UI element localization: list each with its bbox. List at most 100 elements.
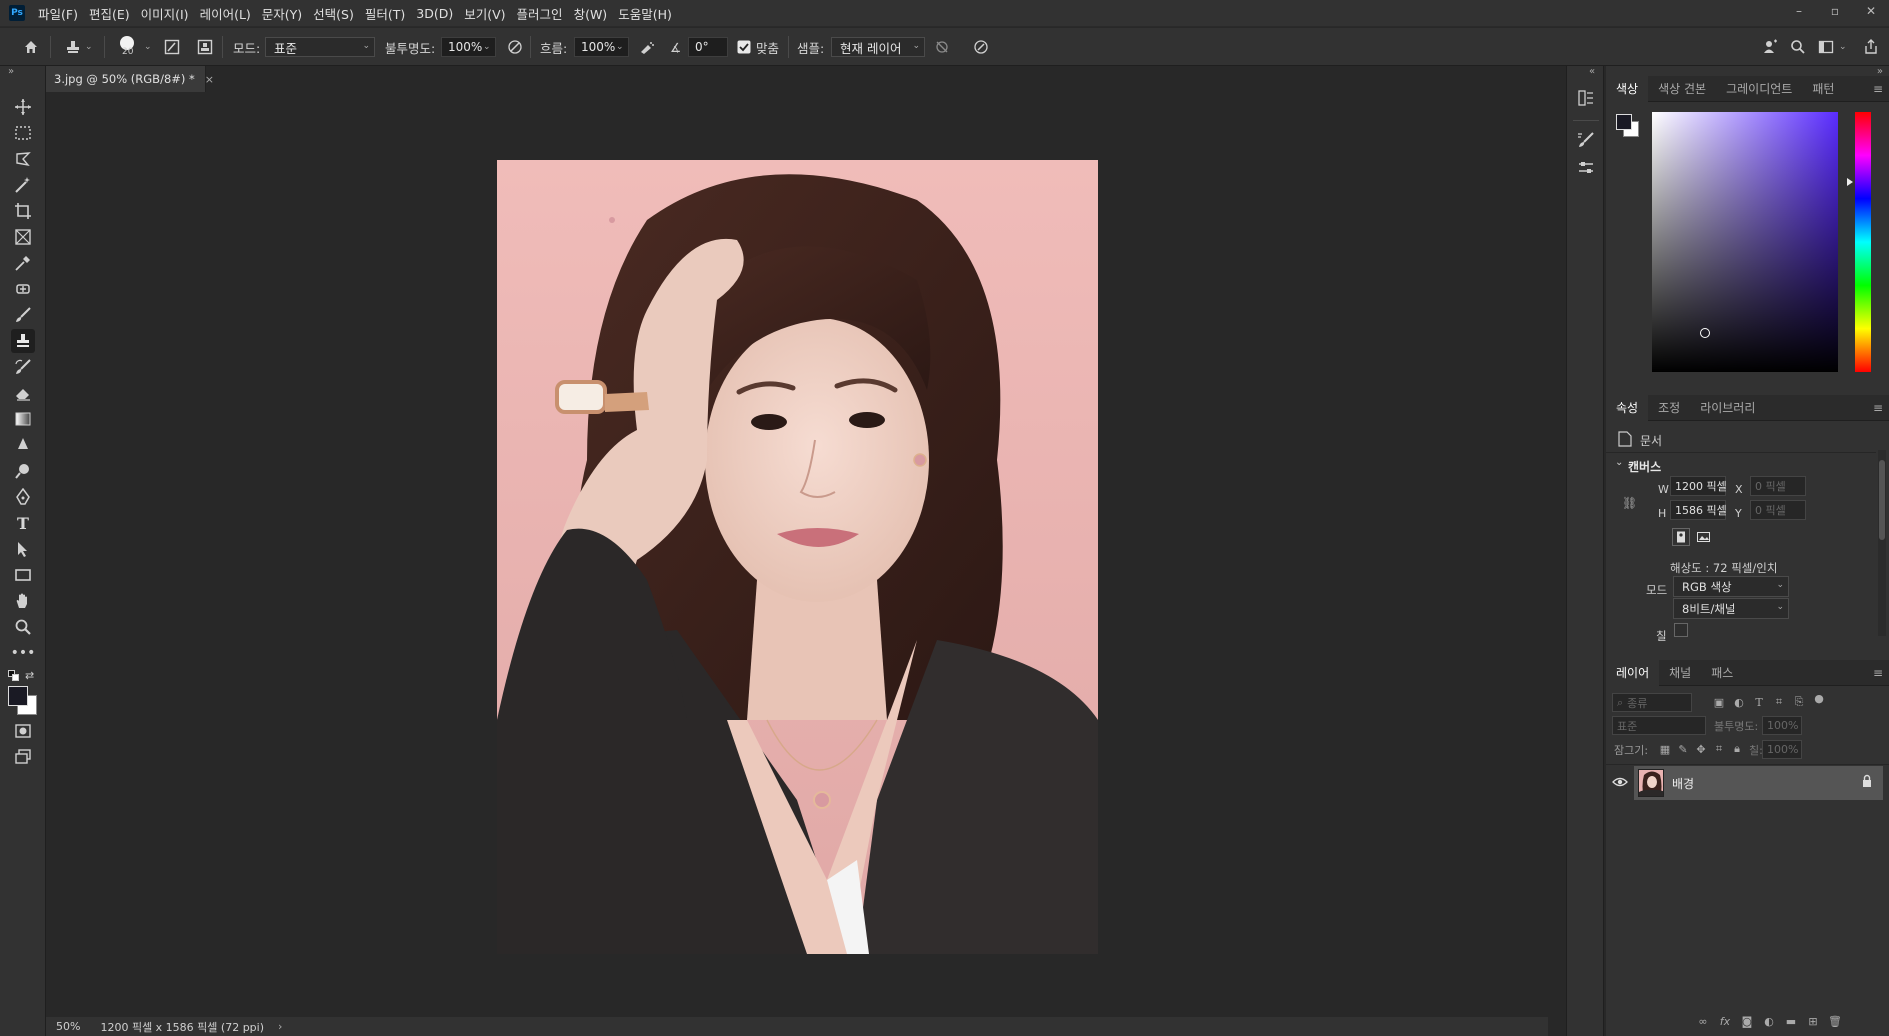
angle-input[interactable]: 0° [688, 37, 728, 57]
hand-tool-icon[interactable] [11, 589, 35, 613]
eyedropper-tool-icon[interactable] [11, 251, 35, 275]
lock-position-icon[interactable]: ✥ [1693, 741, 1709, 757]
pressure-opacity-icon[interactable] [506, 38, 524, 56]
type-tool-icon[interactable]: T [11, 511, 35, 535]
new-adjustment-layer-icon[interactable]: ◐ [1760, 1012, 1778, 1030]
y-input[interactable]: 0 픽셀 [1750, 500, 1806, 520]
lock-image-icon[interactable]: ✎ [1675, 741, 1691, 757]
clone-stamp-preset-icon[interactable] [64, 38, 82, 56]
menu-type[interactable]: 문자(Y) [262, 4, 302, 23]
more-tools-icon[interactable]: ••• [11, 641, 36, 665]
eraser-tool-icon[interactable] [11, 381, 35, 405]
chevron-down-icon[interactable]: ⌄ [616, 28, 624, 66]
chevron-down-icon[interactable]: ⌄ [1615, 457, 1623, 468]
marquee-tool-icon[interactable] [11, 121, 35, 145]
chevron-down-icon[interactable]: ⌄ [85, 28, 93, 66]
link-icon[interactable]: ⛓ [1622, 496, 1637, 510]
tab-adjustments[interactable]: 조정 [1648, 395, 1690, 421]
foreground-color-swatch[interactable] [8, 686, 28, 706]
chevron-down-icon[interactable]: ⌄ [483, 28, 491, 66]
tab-properties[interactable]: 속성 [1606, 394, 1649, 421]
spot-healing-tool-icon[interactable] [11, 277, 35, 301]
chevron-down-icon[interactable]: ⌄ [1839, 28, 1847, 66]
new-group-icon[interactable]: ▬ [1782, 1012, 1800, 1030]
airbrush-icon[interactable] [638, 38, 656, 56]
fill-swatch[interactable] [1674, 623, 1688, 637]
color-mode-select[interactable]: RGB 색상 ⌄ [1673, 576, 1789, 597]
zoom-level[interactable]: 50% [56, 1020, 80, 1033]
tab-color[interactable]: 색상 [1606, 75, 1649, 102]
x-input[interactable]: 0 픽셀 [1750, 476, 1806, 496]
move-tool-icon[interactable] [11, 95, 35, 119]
properties-scrollbar[interactable] [1878, 450, 1886, 636]
menu-3d[interactable]: 3D(D) [416, 6, 453, 21]
share-user-icon[interactable] [1761, 38, 1779, 56]
status-arrow-icon[interactable]: › [278, 1020, 282, 1033]
brush-settings-icon[interactable] [163, 38, 181, 56]
pen-tool-icon[interactable] [11, 485, 35, 509]
tab-layers[interactable]: 레이어 [1606, 659, 1660, 686]
layer-opacity-input[interactable]: 100% [1762, 716, 1802, 735]
layer-name[interactable]: 배경 [1672, 775, 1694, 792]
layer-style-icon[interactable]: fx [1716, 1012, 1734, 1030]
canvas-area[interactable] [46, 92, 1548, 1017]
menu-view[interactable]: 보기(V) [464, 4, 505, 23]
lock-icon[interactable] [1861, 774, 1873, 791]
filter-smart-object-icon[interactable]: ⎘ [1791, 694, 1807, 710]
zoom-tool-icon[interactable] [11, 615, 35, 639]
panel-menu-icon[interactable]: ≡ [1873, 82, 1883, 96]
magic-wand-tool-icon[interactable] [11, 173, 35, 197]
home-icon[interactable] [22, 38, 40, 56]
tab-patterns[interactable]: 패턴 [1802, 76, 1844, 102]
aligned-checkbox[interactable] [735, 38, 753, 56]
color-panel-foreground-swatch[interactable] [1616, 114, 1632, 130]
filter-shape-icon[interactable]: ⌗ [1771, 694, 1787, 710]
link-layers-icon[interactable]: ∞ [1694, 1012, 1712, 1030]
chevron-down-icon[interactable]: ⌄ [144, 28, 152, 66]
search-icon[interactable] [1789, 38, 1807, 56]
canvas-section-title[interactable]: 캔버스 [1628, 458, 1661, 475]
menu-file[interactable]: 파일(F) [38, 4, 78, 23]
sample-select[interactable]: 현재 레이어 ⌄ [831, 37, 925, 57]
menu-help[interactable]: 도움말(H) [618, 4, 672, 23]
collapse-icon[interactable]: » [8, 66, 14, 77]
mode-select[interactable]: 표준 ⌄ [265, 37, 375, 57]
workspace-icon[interactable] [1817, 38, 1835, 56]
maximize-button[interactable]: ▫ [1817, 0, 1853, 22]
history-brush-tool-icon[interactable] [11, 355, 35, 379]
collapse-icon[interactable]: « [1589, 66, 1595, 77]
menu-window[interactable]: 창(W) [574, 4, 608, 23]
frame-tool-icon[interactable] [11, 225, 35, 249]
minimize-button[interactable]: – [1781, 0, 1817, 22]
canvas-image[interactable] [497, 160, 1098, 954]
menu-image[interactable]: 이미지(I) [141, 4, 189, 23]
share-icon[interactable] [1862, 38, 1880, 56]
hue-slider-marker[interactable] [1847, 178, 1853, 186]
color-picker-circle[interactable] [1700, 328, 1710, 338]
adjustments-panel-icon[interactable] [1576, 158, 1596, 178]
bit-depth-select[interactable]: 8비트/채널 ⌄ [1673, 598, 1789, 619]
crop-tool-icon[interactable] [11, 199, 35, 223]
menu-filter[interactable]: 필터(T) [365, 4, 405, 23]
height-input[interactable]: 1586 픽셀 [1670, 500, 1727, 520]
tab-swatches[interactable]: 색상 견본 [1648, 76, 1716, 102]
swap-colors-icon[interactable]: ⇄ [25, 669, 34, 682]
pressure-size-icon[interactable] [972, 38, 990, 56]
filter-type-icon[interactable]: T [1751, 694, 1767, 710]
portrait-orientation-icon[interactable] [1672, 528, 1690, 546]
lasso-tool-icon[interactable] [11, 147, 35, 171]
delete-layer-icon[interactable]: 🗑︎ [1826, 1012, 1844, 1030]
brush-settings-panel-icon[interactable] [1576, 130, 1596, 150]
hue-slider[interactable] [1855, 112, 1871, 372]
document-tab[interactable]: 3.jpg @ 50% (RGB/8#) * × [46, 66, 214, 92]
ignore-adjustment-layers-icon[interactable] [933, 38, 951, 56]
filter-adjustment-icon[interactable]: ◐ [1731, 694, 1747, 710]
clone-source-icon[interactable] [196, 38, 214, 56]
path-selection-tool-icon[interactable] [11, 537, 35, 561]
eye-icon[interactable] [1612, 776, 1628, 791]
quick-mask-icon[interactable] [11, 719, 35, 743]
default-colors-icon[interactable] [8, 670, 20, 685]
menu-layer[interactable]: 레이어(L) [200, 4, 251, 23]
menu-edit[interactable]: 편집(E) [89, 4, 130, 23]
dodge-tool-icon[interactable] [11, 459, 35, 483]
